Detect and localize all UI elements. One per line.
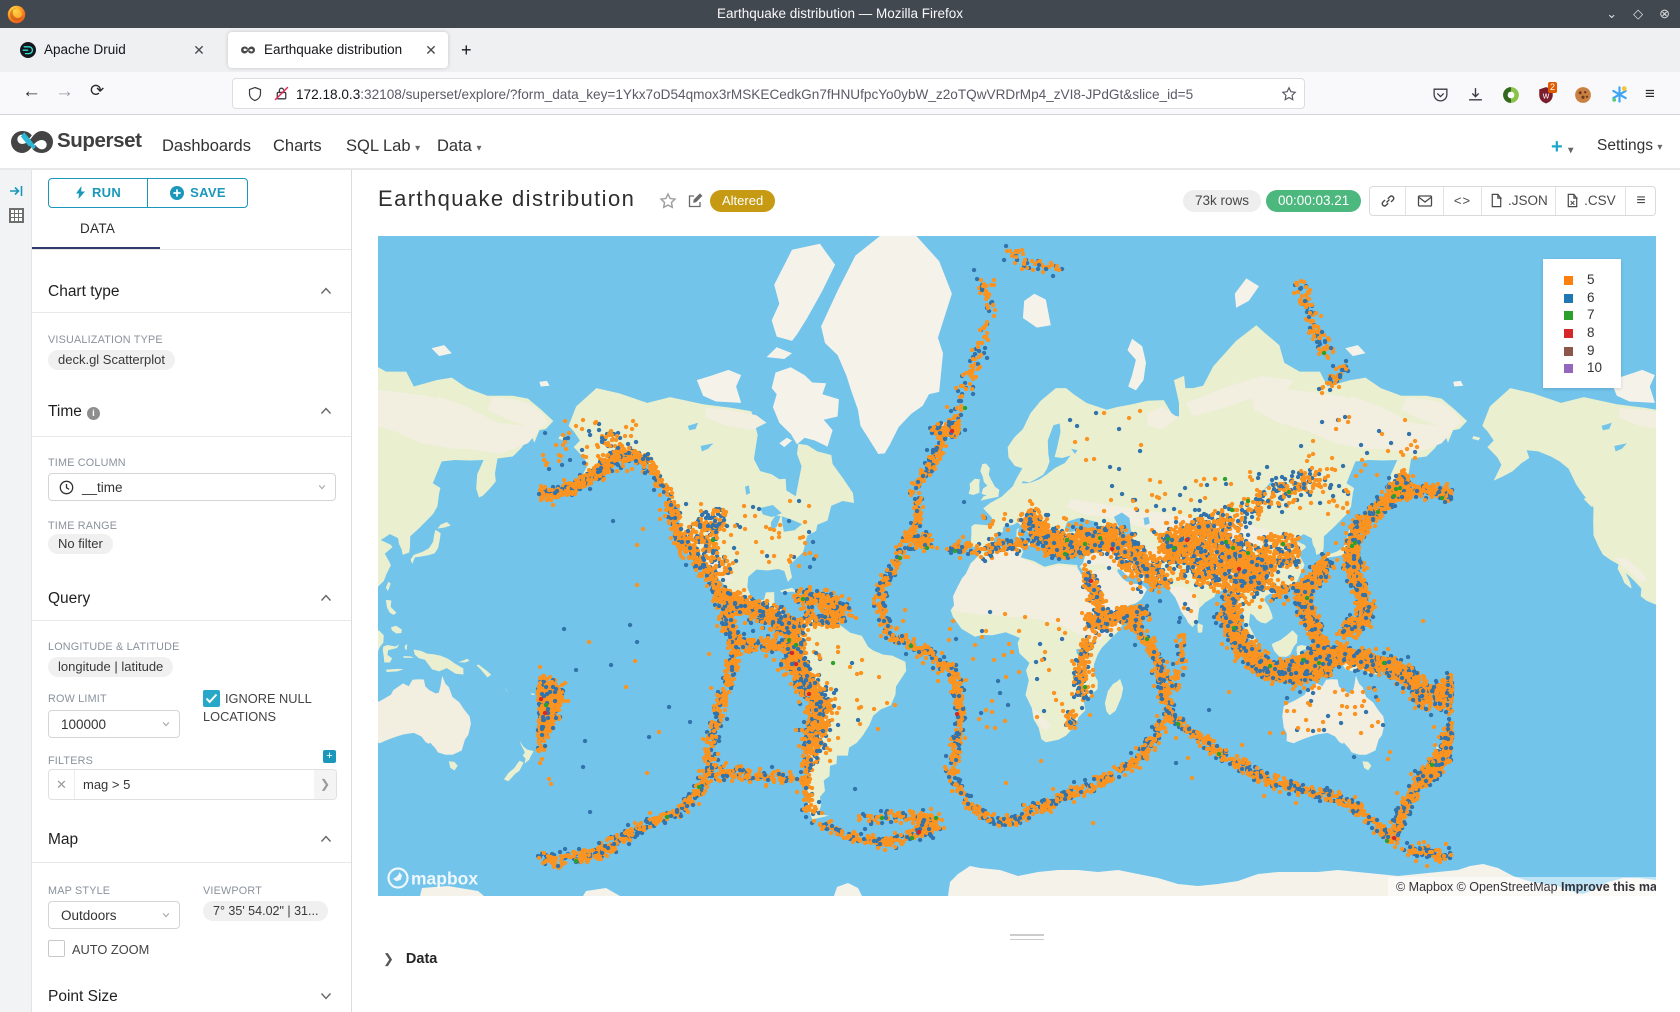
svg-text:© Mapbox © OpenStreetMap Impro: © Mapbox © OpenStreetMap Improve this ma… <box>1396 880 1656 894</box>
svg-text:mapbox: mapbox <box>411 869 478 889</box>
